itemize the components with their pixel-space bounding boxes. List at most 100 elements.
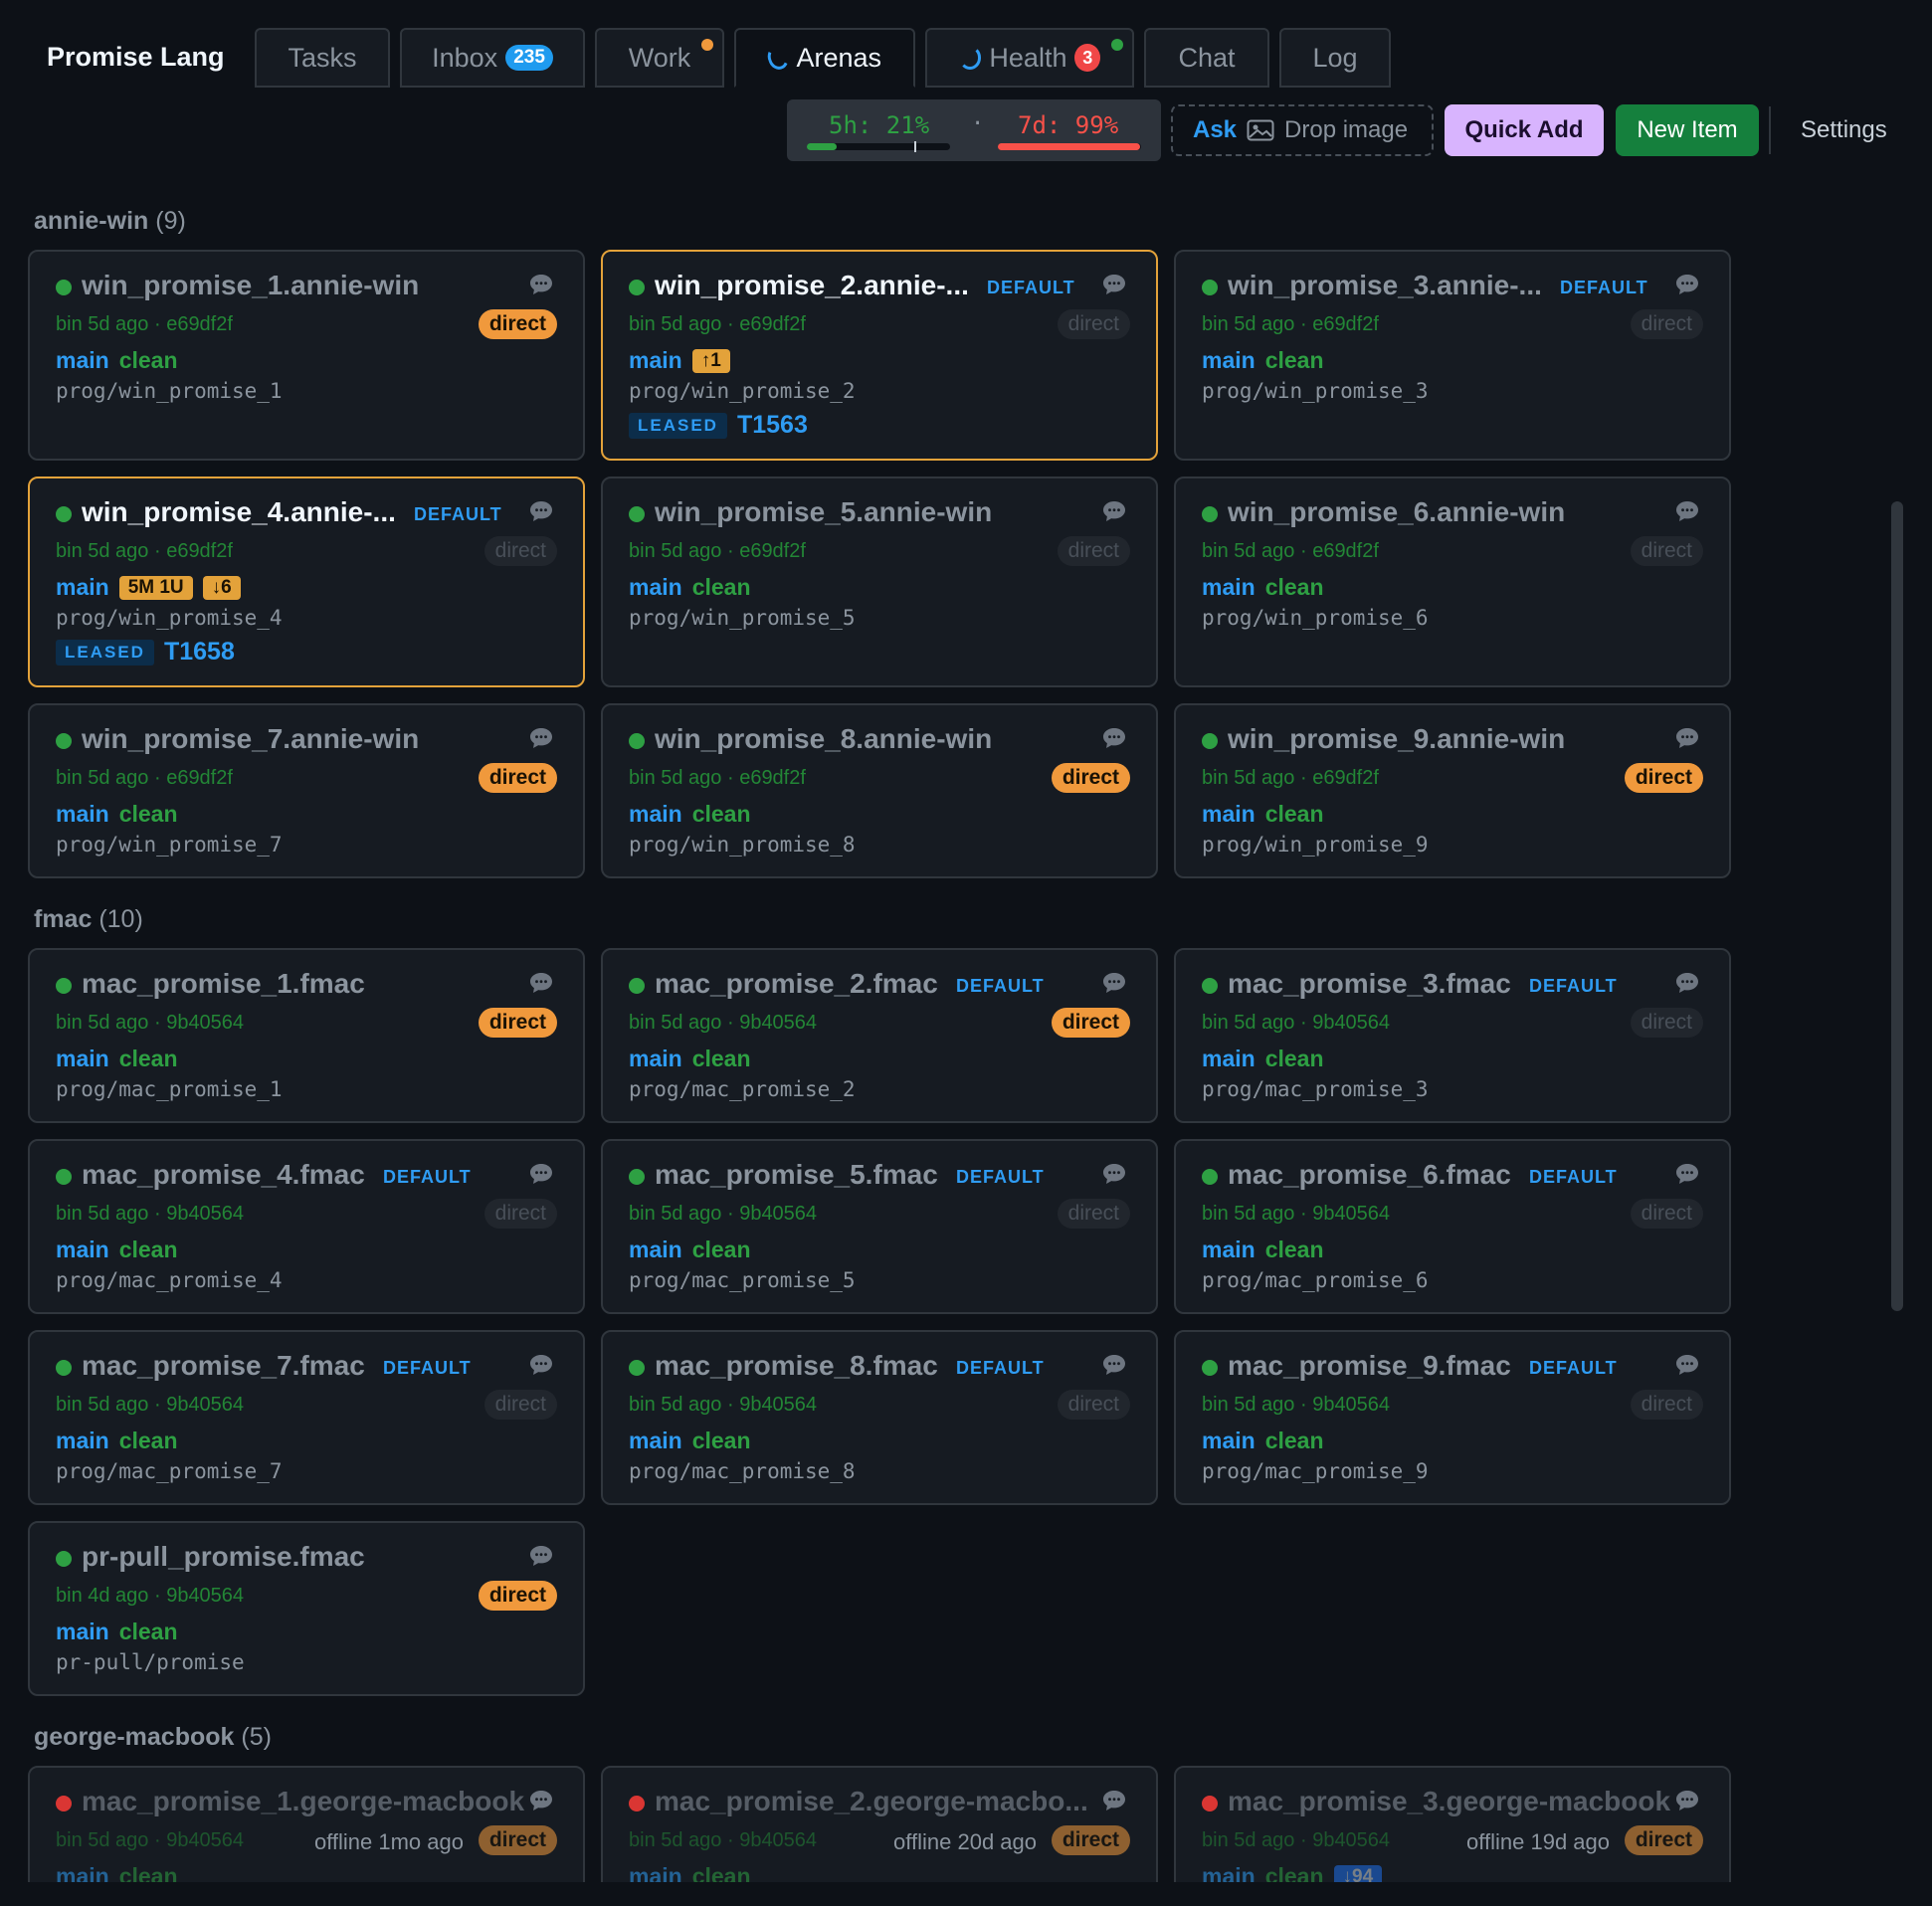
comment-icon[interactable] [529, 274, 553, 295]
direct-badge[interactable]: direct [1051, 763, 1130, 793]
scrollbar[interactable] [1891, 501, 1903, 1311]
arena-name: win_promise_7.annie-win [82, 723, 420, 754]
repo-path: prog/mac_promise_3 [1202, 1077, 1429, 1101]
comment-icon[interactable] [1102, 500, 1126, 522]
direct-badge[interactable]: direct [1630, 1199, 1703, 1229]
comment-icon[interactable] [529, 1163, 553, 1185]
bottom-edge [0, 1882, 1932, 1906]
branch-name: main [56, 1619, 109, 1644]
direct-badge[interactable]: direct [1630, 1008, 1703, 1038]
direct-badge[interactable]: direct [483, 536, 557, 566]
direct-badge[interactable]: direct [1057, 1390, 1130, 1420]
direct-badge[interactable]: direct [478, 763, 557, 793]
comment-icon[interactable] [1675, 1790, 1699, 1811]
arena-card[interactable]: win_promise_9.annie-win bin 5d ago · e69d… [1174, 703, 1731, 878]
comment-icon[interactable] [1102, 1790, 1126, 1811]
arena-card[interactable]: mac_promise_8.fmac DEFAULT bin 5d ago · 9b… [601, 1330, 1158, 1505]
comment-icon[interactable] [1102, 1354, 1126, 1376]
arena-card[interactable]: mac_promise_1.george-macbook bin 5d ago ·… [28, 1766, 585, 1882]
build-meta: bin 5d ago · 9b40564 [629, 1203, 818, 1225]
direct-badge[interactable]: direct [478, 1008, 557, 1038]
arena-card[interactable]: mac_promise_5.fmac DEFAULT bin 5d ago · 9b… [601, 1139, 1158, 1314]
build-meta: bin 4d ago · 9b40564 [56, 1585, 245, 1607]
comment-icon[interactable] [1675, 1163, 1699, 1185]
direct-badge[interactable]: direct [478, 1581, 557, 1611]
direct-badge[interactable]: direct [1630, 309, 1703, 339]
branch-status: main clean [1202, 1046, 1324, 1072]
branch-status: main clean [56, 1619, 178, 1645]
direct-badge[interactable]: direct [1051, 1008, 1130, 1038]
comment-icon[interactable] [529, 500, 553, 522]
direct-badge[interactable]: direct [1057, 309, 1130, 339]
branch-status: main ↑1 [629, 347, 730, 374]
build-meta: bin 5d ago · e69df2f [1202, 313, 1379, 335]
arena-name: mac_promise_4.fmac [82, 1159, 365, 1190]
app-root: Promise Lang Tasks Inbox 235 Work Arenas… [0, 0, 1932, 1906]
arena-card[interactable]: mac_promise_2.fmac DEFAULT bin 5d ago · 9b… [601, 948, 1158, 1123]
arena-card[interactable]: win_promise_4.annie-... DEFAULT bin 5d ago… [28, 476, 585, 687]
default-tag: DEFAULT [1529, 1358, 1618, 1378]
arena-card[interactable]: mac_promise_2.george-macbo... bin 5d ago … [601, 1766, 1158, 1882]
arena-name: mac_promise_3.george-macbook [1228, 1786, 1671, 1816]
comment-icon[interactable] [529, 1545, 553, 1567]
direct-badge[interactable]: direct [1630, 536, 1703, 566]
direct-badge[interactable]: direct [1057, 1199, 1130, 1229]
arena-card[interactable]: win_promise_3.annie-... DEFAULT bin 5d ago… [1174, 250, 1731, 461]
comment-icon[interactable] [529, 1354, 553, 1376]
direct-badge[interactable]: direct [1630, 1390, 1703, 1420]
repo-path: prog/mac_promise_1 [56, 1077, 283, 1101]
arena-card[interactable]: mac_promise_4.fmac DEFAULT bin 5d ago · 9b… [28, 1139, 585, 1314]
comment-icon[interactable] [1675, 274, 1699, 295]
comment-icon[interactable] [1102, 972, 1126, 994]
comment-icon[interactable] [1102, 1163, 1126, 1185]
worktree-state: clean [1264, 1046, 1324, 1071]
worktree-state: clean [118, 347, 178, 373]
arena-card[interactable]: mac_promise_6.fmac DEFAULT bin 5d ago · 9b… [1174, 1139, 1731, 1314]
worktree-state: clean [1264, 1863, 1324, 1882]
build-meta: bin 5d ago · 9b40564 [629, 1012, 818, 1034]
lease-task-link[interactable]: T1658 [164, 638, 235, 667]
arena-card[interactable]: win_promise_1.annie-win bin 5d ago · e69d… [28, 250, 585, 461]
arena-card[interactable]: pr-pull_promise.fmacbin 4d ago · 9b40564… [28, 1521, 585, 1696]
arena-card[interactable]: win_promise_6.annie-win bin 5d ago · e69d… [1174, 476, 1731, 687]
arena-card[interactable]: mac_promise_3.fmac DEFAULT bin 5d ago · 9b… [1174, 948, 1731, 1123]
arena-card[interactable]: mac_promise_7.fmac DEFAULT bin 5d ago · 9b… [28, 1330, 585, 1505]
lease-task-link[interactable]: T1563 [737, 411, 808, 440]
comment-icon[interactable] [1675, 500, 1699, 522]
arena-card[interactable]: win_promise_8.annie-win bin 5d ago · e69d… [601, 703, 1158, 878]
direct-badge[interactable]: direct [478, 309, 557, 339]
comment-icon[interactable] [1675, 972, 1699, 994]
arena-card[interactable]: win_promise_5.annie-win bin 5d ago · e69d… [601, 476, 1158, 687]
arena-card[interactable]: mac_promise_1.fmac bin 5d ago · 9b40564 di… [28, 948, 585, 1123]
direct-badge[interactable]: direct [483, 1199, 557, 1229]
direct-badge[interactable]: direct [1624, 1825, 1703, 1855]
comment-icon[interactable] [529, 972, 553, 994]
direct-badge[interactable]: direct [478, 1825, 557, 1855]
arena-card[interactable]: mac_promise_9.fmac DEFAULT bin 5d ago · 9b… [1174, 1330, 1731, 1505]
branch-status: main clean [1202, 1237, 1324, 1263]
branch-name: main [629, 801, 682, 827]
arena-card[interactable]: win_promise_7.annie-win bin 5d ago · e69d… [28, 703, 585, 878]
direct-badge[interactable]: direct [483, 1390, 557, 1420]
branch-status: main clean [1202, 574, 1324, 601]
direct-badge[interactable]: direct [1624, 763, 1703, 793]
arena-name: pr-pull_promise.fmac [82, 1541, 365, 1572]
lease-info: LEASED T1563 [629, 411, 808, 440]
comment-icon[interactable] [1102, 274, 1126, 295]
comment-icon[interactable] [1102, 727, 1126, 749]
direct-badge[interactable]: direct [1051, 1825, 1130, 1855]
arena-name: win_promise_3.annie-... [1228, 270, 1542, 300]
comment-icon[interactable] [529, 727, 553, 749]
comment-icon[interactable] [529, 1790, 553, 1811]
repo-path: prog/mac_promise_5 [629, 1268, 856, 1292]
branch-name: main [56, 1428, 109, 1453]
comment-icon[interactable] [1675, 727, 1699, 749]
direct-badge[interactable]: direct [1057, 536, 1130, 566]
branch-name: main [56, 347, 109, 373]
arena-name: mac_promise_7.fmac [82, 1350, 365, 1381]
arena-card[interactable]: mac_promise_3.george-macbook bin 5d ago ·… [1174, 1766, 1731, 1882]
status-dot [56, 978, 72, 994]
comment-icon[interactable] [1675, 1354, 1699, 1376]
branch-name: main [629, 1046, 682, 1071]
arena-card[interactable]: win_promise_2.annie-... DEFAULT bin 5d ago… [601, 250, 1158, 461]
